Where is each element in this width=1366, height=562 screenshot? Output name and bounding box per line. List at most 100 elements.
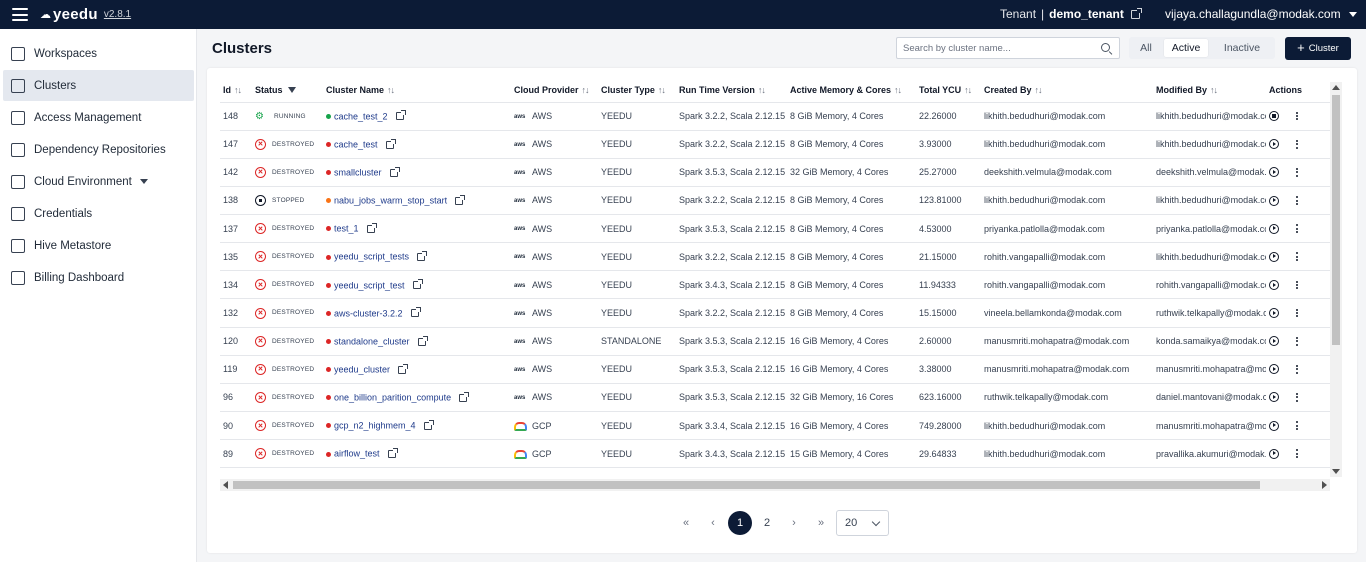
last-page-button[interactable]: »: [810, 512, 832, 534]
cell-cluster-name[interactable]: aws-cluster-3.2.2: [323, 298, 511, 328]
page-2-button[interactable]: 2: [756, 512, 778, 534]
scroll-down-icon[interactable]: [1332, 469, 1340, 474]
add-cluster-button[interactable]: + Cluster: [1285, 37, 1351, 60]
external-link-icon[interactable]: [385, 138, 396, 149]
cell-cluster-name[interactable]: yeedu_script_test: [323, 270, 511, 300]
filter-all[interactable]: All: [1133, 39, 1159, 57]
play-circle-icon[interactable]: [1269, 279, 1279, 290]
more-options-icon[interactable]: [1296, 420, 1299, 431]
app-logo[interactable]: ☁ yeedu v2.8.1: [40, 6, 131, 23]
play-circle-icon[interactable]: [1269, 223, 1279, 234]
more-options-icon[interactable]: [1296, 307, 1299, 318]
external-link-icon[interactable]: [395, 110, 406, 121]
vertical-scrollbar[interactable]: [1330, 82, 1342, 477]
cell-cluster-name[interactable]: cache_test: [323, 130, 511, 159]
sort-icon[interactable]: ↑↓: [658, 85, 666, 95]
column-header-cluster-type[interactable]: Cluster Type ↑↓: [598, 78, 676, 103]
table-row[interactable]: 135 DESTROYED yeedu_script_tests aws AWS YEED…: [220, 242, 1330, 272]
table-row[interactable]: 90 DESTROYED gcp_n2_highmem_4 GCP YEEDU Spark…: [220, 411, 1330, 441]
table-row[interactable]: 132 DESTROYED aws-cluster-3.2.2 aws AWS YEEDU…: [220, 298, 1330, 328]
scroll-up-icon[interactable]: [1332, 85, 1340, 90]
column-header-run-time-version[interactable]: Run Time Version ↑↓: [676, 78, 787, 103]
first-page-button[interactable]: «: [675, 512, 697, 534]
play-circle-icon[interactable]: [1269, 195, 1279, 206]
more-options-icon[interactable]: [1296, 364, 1299, 375]
sort-icon[interactable]: ↑↓: [1210, 85, 1218, 95]
cell-cluster-name[interactable]: one_billion_parition_compute: [323, 383, 511, 413]
table-row[interactable]: 137 DESTROYED test_1 aws AWS YEEDU Spark 3.5.3…: [220, 214, 1330, 244]
cluster-name-link[interactable]: smallcluster: [334, 168, 382, 178]
page-size-select[interactable]: 20: [836, 510, 889, 536]
play-circle-icon[interactable]: [1269, 392, 1279, 403]
play-circle-icon[interactable]: [1269, 308, 1279, 319]
external-link-icon[interactable]: [389, 166, 400, 177]
cell-cluster-name[interactable]: cache_test_2: [323, 102, 511, 131]
more-options-icon[interactable]: [1296, 223, 1299, 234]
table-row[interactable]: 96 DESTROYED one_billion_parition_compute a…: [220, 383, 1330, 413]
column-header-total-ycu[interactable]: Total YCU ↑↓: [916, 78, 981, 103]
external-link-icon[interactable]: [423, 419, 434, 430]
play-circle-icon[interactable]: [1269, 167, 1279, 178]
sidebar-item-dependency-repositories[interactable]: Dependency Repositories: [3, 134, 194, 165]
cluster-name-link[interactable]: test_1: [334, 224, 359, 234]
filter-active[interactable]: Active: [1164, 39, 1208, 57]
cell-cluster-name[interactable]: airflow_test: [323, 439, 511, 469]
horizontal-scrollbar[interactable]: [220, 479, 1330, 491]
table-row[interactable]: 134 DESTROYED yeedu_script_test aws AWS YEEDU…: [220, 270, 1330, 300]
more-options-icon[interactable]: [1296, 279, 1299, 290]
sidebar-item-credentials[interactable]: Credentials: [3, 198, 194, 229]
sort-icon[interactable]: ↑↓: [582, 85, 590, 95]
external-link-icon[interactable]: [1130, 7, 1142, 19]
table-row[interactable]: 142 DESTROYED smallcluster aws AWS YEEDU Spark…: [220, 158, 1330, 187]
search-input[interactable]: [896, 37, 1093, 59]
play-circle-icon[interactable]: [1269, 139, 1279, 150]
cluster-name-link[interactable]: one_billion_parition_compute: [334, 393, 451, 403]
sort-icon[interactable]: ↑↓: [387, 85, 395, 95]
column-header-cloud-provider[interactable]: Cloud Provider ↑↓: [511, 78, 598, 103]
page-1-button[interactable]: 1: [728, 511, 752, 535]
sort-icon[interactable]: ↑↓: [964, 85, 972, 95]
external-link-icon[interactable]: [398, 363, 409, 374]
sidebar-item-hive-metastore[interactable]: Hive Metastore: [3, 230, 194, 261]
cluster-name-link[interactable]: aws-cluster-3.2.2: [334, 308, 403, 318]
cell-cluster-name[interactable]: yeedu_cluster: [323, 355, 511, 384]
column-header-created-by[interactable]: Created By ↑↓: [981, 78, 1153, 103]
sort-icon[interactable]: ↑↓: [1035, 85, 1043, 95]
cell-cluster-name[interactable]: standalone_cluster: [323, 327, 511, 356]
column-header-id[interactable]: Id ↑↓: [220, 78, 252, 103]
search-button[interactable]: [1092, 37, 1120, 59]
sidebar-item-workspaces[interactable]: Workspaces: [3, 38, 194, 69]
more-options-icon[interactable]: [1296, 167, 1299, 178]
sort-icon[interactable]: ↑↓: [894, 85, 902, 95]
external-link-icon[interactable]: [417, 251, 428, 262]
play-circle-icon[interactable]: [1269, 448, 1279, 459]
stop-circle-icon[interactable]: [1269, 111, 1279, 122]
cluster-name-link[interactable]: cache_test: [334, 140, 378, 150]
more-options-icon[interactable]: [1296, 139, 1299, 150]
cell-cluster-name[interactable]: test_1: [323, 214, 511, 244]
play-circle-icon[interactable]: [1269, 420, 1279, 431]
external-link-icon[interactable]: [417, 335, 428, 346]
cluster-name-link[interactable]: yeedu_script_tests: [334, 252, 409, 262]
sort-icon[interactable]: ↑↓: [234, 85, 242, 95]
clusters-table-container[interactable]: Id ↑↓ Status Cluster Name ↑↓ Cloud Provider ↑↓…: [220, 78, 1330, 480]
scroll-right-icon[interactable]: [1322, 481, 1327, 489]
cell-cluster-name[interactable]: nabu_jobs_warm_stop_start: [323, 186, 511, 216]
play-circle-icon[interactable]: [1269, 364, 1279, 375]
sidebar-item-billing-dashboard[interactable]: Billing Dashboard: [3, 262, 194, 293]
more-options-icon[interactable]: [1296, 110, 1299, 121]
sidebar-item-cloud-environment[interactable]: Cloud Environment: [3, 166, 194, 197]
external-link-icon[interactable]: [412, 279, 423, 290]
table-row[interactable]: 119 DESTROYED yeedu_cluster aws AWS YEEDU Spar…: [220, 355, 1330, 384]
cell-cluster-name[interactable]: smallcluster: [323, 158, 511, 187]
filter-icon[interactable]: [287, 87, 296, 94]
external-link-icon[interactable]: [387, 448, 398, 459]
cluster-name-link[interactable]: gcp_n2_highmem_4: [334, 421, 416, 431]
table-row[interactable]: 147 DESTROYED cache_test aws AWS YEEDU Spark 3…: [220, 130, 1330, 159]
external-link-icon[interactable]: [366, 222, 377, 233]
scroll-left-icon[interactable]: [223, 481, 228, 489]
cell-cluster-name[interactable]: gcp_n2_highmem_4: [323, 411, 511, 441]
sidebar-item-clusters[interactable]: Clusters: [3, 70, 194, 101]
cluster-name-link[interactable]: standalone_cluster: [334, 337, 410, 347]
column-header-modified-by[interactable]: Modified By ↑↓: [1153, 78, 1266, 103]
